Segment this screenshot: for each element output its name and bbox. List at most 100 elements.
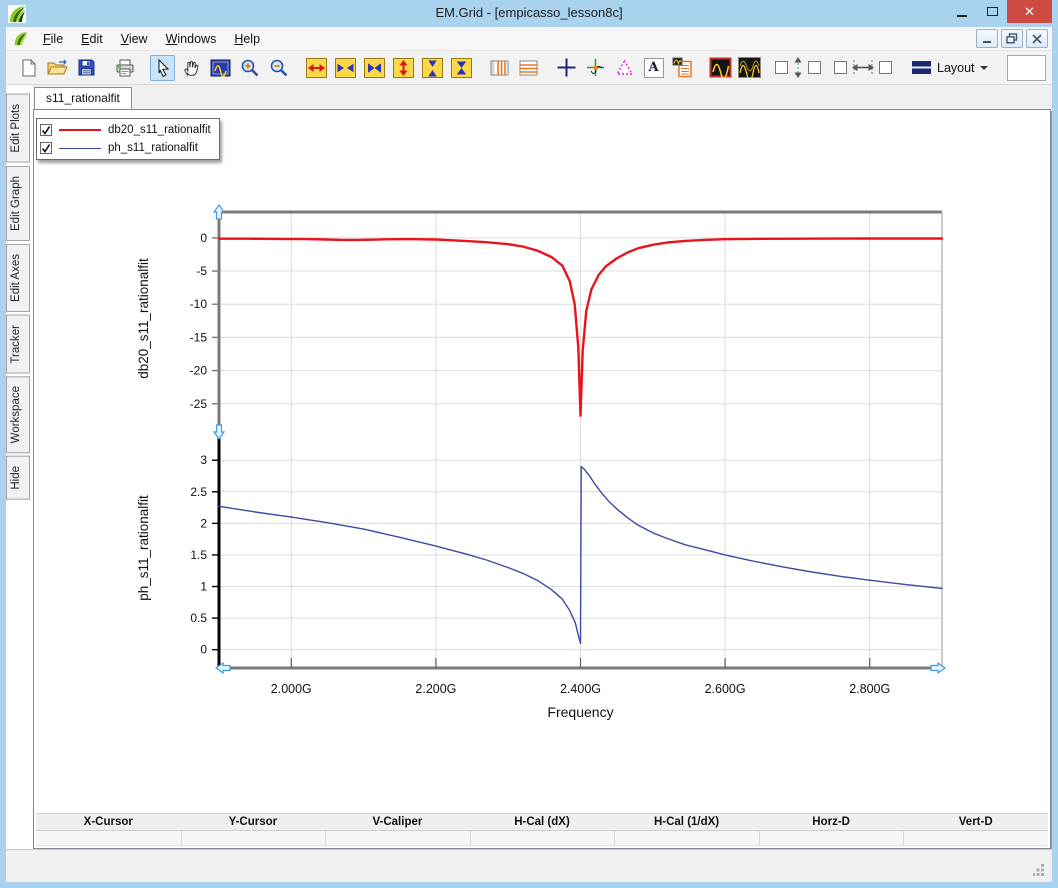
val-h-cal-dx <box>469 831 615 845</box>
col-h-cal-dx: H-Cal (dX) <box>514 816 570 828</box>
crosshair-button[interactable] <box>554 55 579 81</box>
col-x-cursor: X-Cursor <box>83 816 133 828</box>
graph-sheet: db20_s11_rationalfit ph_s11_rationalfit … <box>33 109 1051 849</box>
right-scale-checkbox[interactable] <box>808 61 821 74</box>
expand-x-button[interactable] <box>304 55 329 81</box>
toolbar-blank-box <box>1006 54 1046 81</box>
vertical-grid-button[interactable] <box>487 55 512 81</box>
main-area: Edit Plots Edit Graph Edit Axes Tracker … <box>6 85 1052 849</box>
doc-tab-s11-rationalfit[interactable]: s11_rationalfit <box>34 87 132 109</box>
minimize-button[interactable] <box>947 0 977 23</box>
mdi-minimize-icon <box>983 40 991 43</box>
graph-client: s11_rationalfit db20_s11_rationalfit ph_… <box>33 85 1052 849</box>
sidetab-edit-plots[interactable]: Edit Plots <box>6 94 30 163</box>
vertical-fit-icon[interactable] <box>792 57 804 78</box>
bottom-right-checkbox[interactable] <box>879 61 892 74</box>
data-sheet-button[interactable] <box>670 55 695 81</box>
compress-x-button[interactable] <box>333 55 358 81</box>
maximize-button[interactable] <box>977 0 1007 23</box>
mdi-minimize-button[interactable] <box>976 29 998 48</box>
fit-curve-icon <box>210 59 231 77</box>
compress-x-icon <box>335 57 356 78</box>
zoom-in-button[interactable] <box>237 55 262 81</box>
single-curve-view-button[interactable] <box>708 55 733 81</box>
y-tick-label: -20 <box>190 364 208 378</box>
sidetab-edit-graph[interactable]: Edit Graph <box>6 165 30 241</box>
mdi-restore-button[interactable] <box>1001 29 1023 48</box>
x-axis-title: Frequency <box>547 704 613 720</box>
pan-hand-button[interactable] <box>179 55 204 81</box>
sidetab-edit-axes[interactable]: Edit Axes <box>6 243 30 312</box>
horizontal-grid-button[interactable] <box>516 55 541 81</box>
menu-file[interactable]: File <box>34 29 72 49</box>
y-tick-label: 0 <box>200 231 207 245</box>
menu-view[interactable]: View <box>112 29 157 49</box>
sidetab-tracker[interactable]: Tracker <box>6 314 30 374</box>
zoom-out-button[interactable] <box>266 55 291 81</box>
x-axis-handle-right[interactable] <box>930 661 947 675</box>
single-curve-view-icon <box>709 57 732 78</box>
multi-curve-view-button[interactable] <box>737 55 762 81</box>
y-tick-label: -10 <box>190 297 208 311</box>
page-x-icon <box>364 57 385 78</box>
status-bar <box>6 849 1052 882</box>
select-pointer-button[interactable] <box>150 54 175 81</box>
y-tick-label: -5 <box>196 264 207 278</box>
legend-checkbox-ph[interactable] <box>40 142 52 154</box>
legend-line-sample-db20 <box>59 129 101 131</box>
caliper-button[interactable] <box>612 55 637 81</box>
side-tab-strip: Edit Plots Edit Graph Edit Axes Tracker … <box>6 85 33 849</box>
y-axis-title-bottom: ph_s11_rationalfit <box>136 495 151 601</box>
menu-edit[interactable]: Edit <box>72 29 112 49</box>
sidetab-hide[interactable]: Hide <box>6 456 30 501</box>
compress-y-button[interactable] <box>420 55 445 81</box>
document-tab-bar: s11_rationalfit <box>33 85 1052 109</box>
layout-dropdown[interactable]: Layout <box>905 58 994 77</box>
resize-grip[interactable] <box>1033 864 1045 876</box>
tracker-button[interactable] <box>583 55 608 81</box>
y-axis-handle-top-plot[interactable] <box>212 203 226 220</box>
horizontal-fit-icon[interactable] <box>851 59 875 76</box>
left-scale-checkbox[interactable] <box>775 61 788 74</box>
sidetab-workspace[interactable]: Workspace <box>6 376 30 454</box>
y-axis-handle-bottom-plot[interactable] <box>212 424 226 441</box>
cursor-readout-table: X-Cursor Y-Cursor V-Caliper H-Cal (dX) H… <box>36 813 1048 846</box>
toolbar: A Layout <box>6 51 1052 85</box>
text-annotation-button[interactable]: A <box>641 55 666 81</box>
new-file-icon <box>22 59 36 76</box>
data-sheet-icon <box>672 57 692 78</box>
mdi-close-button[interactable] <box>1026 29 1048 48</box>
open-file-button[interactable] <box>45 55 70 81</box>
page-x-button[interactable] <box>362 55 387 81</box>
layout-caret-icon <box>979 65 988 70</box>
col-h-cal-1dx: H-Cal (1/dX) <box>653 816 720 828</box>
menu-windows[interactable]: Windows <box>157 29 226 49</box>
page-y-button[interactable] <box>449 55 474 81</box>
legend-checkbox-db20[interactable] <box>40 124 52 136</box>
plot-legend: db20_s11_rationalfit ph_s11_rationalfit <box>36 118 220 160</box>
col-horz-d: Horz-D <box>812 816 850 828</box>
print-icon <box>116 59 133 76</box>
document-leaf-icon <box>14 31 28 46</box>
x-tick-label: 2.200G <box>415 682 456 696</box>
fit-curve-button[interactable] <box>208 55 233 81</box>
print-button[interactable] <box>112 55 137 81</box>
bottom-left-checkbox[interactable] <box>834 61 847 74</box>
cursor-table-values <box>36 831 1048 846</box>
menu-help[interactable]: Help <box>225 29 269 49</box>
application-window: EM.Grid - [empicasso_lesson8c] ✕ File Ed… <box>0 0 1058 888</box>
close-button[interactable]: ✕ <box>1007 0 1052 23</box>
text-annotation-icon: A <box>643 57 664 78</box>
y-tick-label: 2.5 <box>190 485 207 499</box>
page-y-icon <box>451 57 472 78</box>
check-icon <box>41 126 51 135</box>
val-y-cursor <box>180 831 326 845</box>
pan-hand-icon <box>184 60 199 77</box>
val-v-caliper <box>325 831 470 845</box>
graph-canvas[interactable]: 0 -5 -10 -15 -20 -25 3 2.5 2 1.5 1 0.5 0 2.000G 2.200G… <box>34 110 1048 810</box>
expand-y-button[interactable] <box>391 55 416 81</box>
new-file-button[interactable] <box>16 55 41 81</box>
window-title: EM.Grid - [empicasso_lesson8c] <box>435 5 623 20</box>
legend-item: ph_s11_rationalfit <box>40 139 211 157</box>
save-button[interactable] <box>74 55 99 81</box>
